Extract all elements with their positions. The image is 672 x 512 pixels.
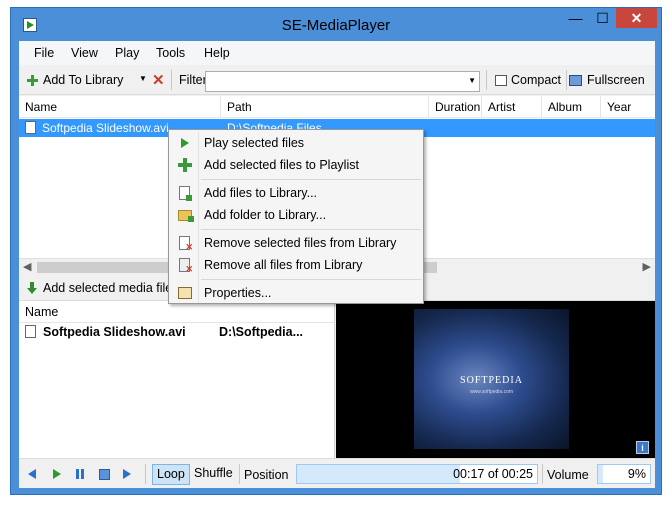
library-header: Name Path Duration Artist Album Year [19,96,655,118]
video-logo-text: SOFTPEDIA [460,375,523,386]
position-label: Position [244,468,289,482]
menu-separator [201,229,421,230]
video-frame: SOFTPEDIA www.softpedia.com [414,309,569,449]
video-file-icon [25,325,36,338]
loop-toggle[interactable]: Loop [152,464,190,485]
compact-button[interactable]: Compact [511,73,561,87]
video-area[interactable]: SOFTPEDIA www.softpedia.com i [336,301,655,458]
volume-text: 9% [627,467,646,481]
column-artist[interactable]: Artist [482,96,542,118]
position-fill [297,465,461,483]
info-icon[interactable]: i [636,441,649,454]
minimize-button[interactable]: — [562,8,589,28]
menu-play[interactable]: Play [115,46,139,60]
title-bar[interactable]: SE-MediaPlayer — ☐ ✕ [11,8,661,41]
controls-separator [145,464,146,484]
remove-file-icon [179,236,193,253]
menu-item-label: Remove selected files from Library [204,236,397,250]
column-name[interactable]: Name [19,96,221,118]
menu-item-label: Add files to Library... [204,186,318,200]
menu-item-play-selected[interactable]: Play selected files [171,132,421,154]
playlist-row-name: Softpedia Slideshow.avi [43,325,186,339]
menu-separator [201,179,421,180]
scroll-right-icon[interactable]: ▶ [643,260,651,273]
add-folder-icon [178,210,194,222]
fullscreen-button[interactable]: Fullscreen [587,73,645,87]
position-slider[interactable]: 00:17 of 00:25 [296,464,538,484]
playlist-row-path: D:\Softpedia... [219,325,304,339]
add-to-library-button[interactable]: Add To Library [43,73,123,87]
library-row-name: Softpedia Slideshow.avi [42,121,169,135]
playlist-column-name[interactable]: Name [25,305,58,319]
menu-item-label: Properties... [204,286,272,300]
filter-label: Filter [179,73,207,87]
toolbar-separator [486,70,487,90]
column-path[interactable]: Path [221,96,429,118]
compact-icon [495,75,507,86]
playlist[interactable]: Name Softpedia Slideshow.avi D:\Softpedi… [19,301,335,458]
playlist-row[interactable]: Softpedia Slideshow.avi D:\Softpedia... [19,323,334,341]
column-album[interactable]: Album [542,96,601,118]
controls-separator [542,464,543,484]
menu-help[interactable]: Help [204,46,230,60]
column-year[interactable]: Year [601,96,655,118]
column-duration[interactable]: Duration [429,96,482,118]
add-playlist-icon [178,158,192,172]
add-dropdown-icon[interactable]: ▼ [139,74,147,83]
scroll-left-icon[interactable]: ◀ [23,260,31,273]
play-icon[interactable] [50,467,64,481]
maximize-button[interactable]: ☐ [589,8,616,28]
menu-item-label: Play selected files [204,136,305,150]
down-arrow-icon [27,282,37,294]
shuffle-toggle[interactable]: Shuffle [190,464,237,485]
menu-separator [201,279,421,280]
add-selected-button[interactable]: Add selected media files [43,281,179,295]
fullscreen-icon [569,75,582,86]
menu-item-remove-selected[interactable]: Remove selected files from Library [171,232,421,254]
add-file-icon [179,186,192,201]
pause-icon[interactable] [73,467,87,481]
menu-item-remove-all[interactable]: Remove all files from Library [171,254,421,276]
context-menu: Play selected files Add selected files t… [168,129,424,304]
menu-item-add-to-playlist[interactable]: Add selected files to Playlist [171,154,421,176]
toolbar-separator [566,70,567,90]
menu-file[interactable]: File [34,46,54,60]
properties-icon [178,287,192,299]
menu-tools[interactable]: Tools [156,46,185,60]
play-icon [178,136,192,150]
stop-icon[interactable] [97,467,111,481]
volume-slider[interactable]: 9% [597,464,651,484]
controls-separator [239,464,240,484]
menu-item-label: Add folder to Library... [204,208,327,222]
toolbar: Add To Library ▼ ✕ Filter ▼ Compact Full… [19,65,655,95]
playlist-header: Name [19,301,334,323]
menu-item-label: Add selected files to Playlist [204,158,359,172]
video-url-text: www.softpedia.com [469,389,514,395]
menu-item-add-files[interactable]: Add files to Library... [171,182,421,204]
filter-input[interactable]: ▼ [205,71,480,92]
playback-controls: Loop Shuffle Position 00:17 of 00:25 Vol… [19,458,655,488]
menu-item-properties[interactable]: Properties... [171,282,421,304]
remove-all-icon [179,258,193,275]
menu-bar: File View Play Tools Help [19,41,655,65]
menu-item-add-folder[interactable]: Add folder to Library... [171,204,421,226]
position-text: 00:17 of 00:25 [453,467,533,481]
video-file-icon [25,121,36,134]
menu-view[interactable]: View [71,46,98,60]
remove-icon[interactable]: ✕ [152,71,165,89]
add-plus-icon [27,75,38,86]
volume-label: Volume [547,468,589,482]
filter-dropdown-icon[interactable]: ▼ [468,76,476,85]
menu-item-label: Remove all files from Library [204,258,363,272]
volume-fill [598,465,603,483]
toolbar-separator [171,70,172,90]
next-icon[interactable] [120,467,134,481]
previous-icon[interactable] [27,467,41,481]
close-button[interactable]: ✕ [616,8,657,28]
